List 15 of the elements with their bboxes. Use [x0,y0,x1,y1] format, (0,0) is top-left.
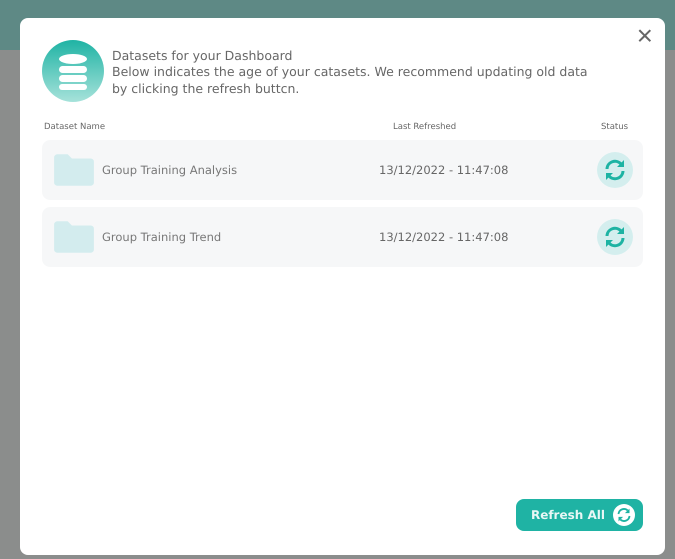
folder-icon [52,153,96,187]
dialog-description: Below indicates the age of your catasets. We recommend updating old data by clicking the refresh buttcn. [112,63,589,97]
refresh-icon[interactable] [597,152,633,188]
column-header: Status [601,122,630,132]
database-icon [42,40,104,102]
folder-icon [52,220,96,254]
column-header: Dataset Name [44,122,106,132]
dialog-title: Datasets for your Dashboard [112,48,294,63]
dataset-name: Group Training Trend [102,230,222,244]
refresh-time: 13/12/2022 - 11:47:08 [379,230,510,244]
refresh-icon[interactable] [597,219,633,255]
dataset-name: Group Training Analysis [102,163,238,177]
refresh-time: 13/12/2022 - 11:47:08 [379,163,510,177]
column-header: Last Refreshed [393,122,458,132]
refresh-icon [613,504,635,526]
